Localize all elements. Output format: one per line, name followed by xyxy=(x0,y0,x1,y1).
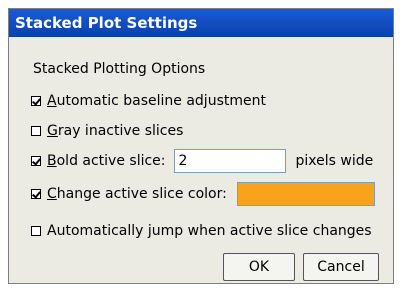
bold-active-row: Bold active slice: 2 pixels wide xyxy=(31,149,373,173)
bold-active-label[interactable]: Bold active slice: xyxy=(47,153,166,169)
cancel-button[interactable]: Cancel xyxy=(303,253,379,281)
pixels-wide-label: pixels wide xyxy=(295,153,374,169)
group-label: Stacked Plotting Options xyxy=(33,61,206,77)
color-swatch[interactable] xyxy=(236,182,375,206)
bold-width-input[interactable]: 2 xyxy=(173,149,286,173)
auto-baseline-check-icon xyxy=(31,96,41,106)
window-title: Stacked Plot Settings xyxy=(15,14,198,32)
auto-jump-label: Automatically jump when active slice cha… xyxy=(47,223,372,239)
bold-active-check-icon[interactable] xyxy=(31,156,41,166)
change-color-label[interactable]: Change active slice color: xyxy=(47,186,227,202)
gray-inactive-label: Gray inactive slices xyxy=(47,123,184,139)
auto-jump-checkbox[interactable]: Automatically jump when active slice cha… xyxy=(31,223,372,239)
auto-baseline-checkbox[interactable]: Automatic baseline adjustment xyxy=(31,93,266,109)
gray-inactive-check-icon xyxy=(31,126,41,136)
title-bar: Stacked Plot Settings xyxy=(9,9,393,37)
gray-inactive-checkbox[interactable]: Gray inactive slices xyxy=(31,123,183,139)
settings-dialog: Stacked Plot Settings Stacked Plotting O… xyxy=(8,8,394,284)
auto-baseline-label: Automatic baseline adjustment xyxy=(47,93,266,109)
change-color-check-icon[interactable] xyxy=(31,189,41,199)
auto-jump-check-icon xyxy=(31,226,41,236)
change-color-row: Change active slice color: xyxy=(31,182,375,206)
ok-button[interactable]: OK xyxy=(223,253,295,281)
